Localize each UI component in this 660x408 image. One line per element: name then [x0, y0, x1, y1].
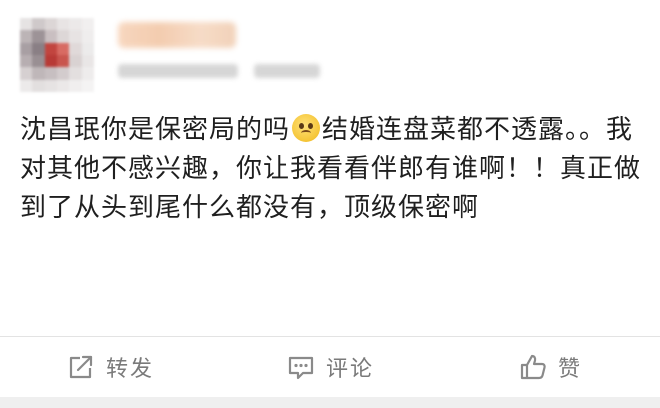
repost-icon [69, 355, 93, 379]
weibo-post-card: 沈昌珉你是保密局的吗 结婚连盘菜都不透露。。我对其他不感兴趣，你让我看看伴郎有谁啊… [0, 0, 660, 408]
post-meta-redacted [118, 64, 238, 78]
repost-button[interactable]: 转发 [0, 337, 220, 397]
like-button[interactable]: 赞 [440, 337, 660, 397]
repost-label: 转发 [105, 357, 154, 382]
comment-button[interactable]: 评论 [220, 337, 440, 397]
action-bar: 转发 评论 赞 [0, 337, 660, 397]
post-source-redacted [254, 64, 320, 78]
thumbs-up-icon [520, 354, 546, 380]
comment-icon [288, 356, 314, 380]
username-redacted[interactable] [118, 22, 236, 48]
card-bottom-separator [0, 397, 660, 408]
post-body: 沈昌珉你是保密局的吗 结婚连盘菜都不透露。。我对其他不感兴趣，你让我看看伴郎有谁啊… [20, 111, 648, 228]
avatar[interactable] [20, 18, 94, 92]
post-text-part-1: 沈昌珉你是保密局的吗 [20, 115, 291, 145]
comment-label: 评论 [325, 357, 374, 382]
pleading-face-emoji-icon [292, 114, 321, 142]
like-label: 赞 [557, 357, 582, 382]
